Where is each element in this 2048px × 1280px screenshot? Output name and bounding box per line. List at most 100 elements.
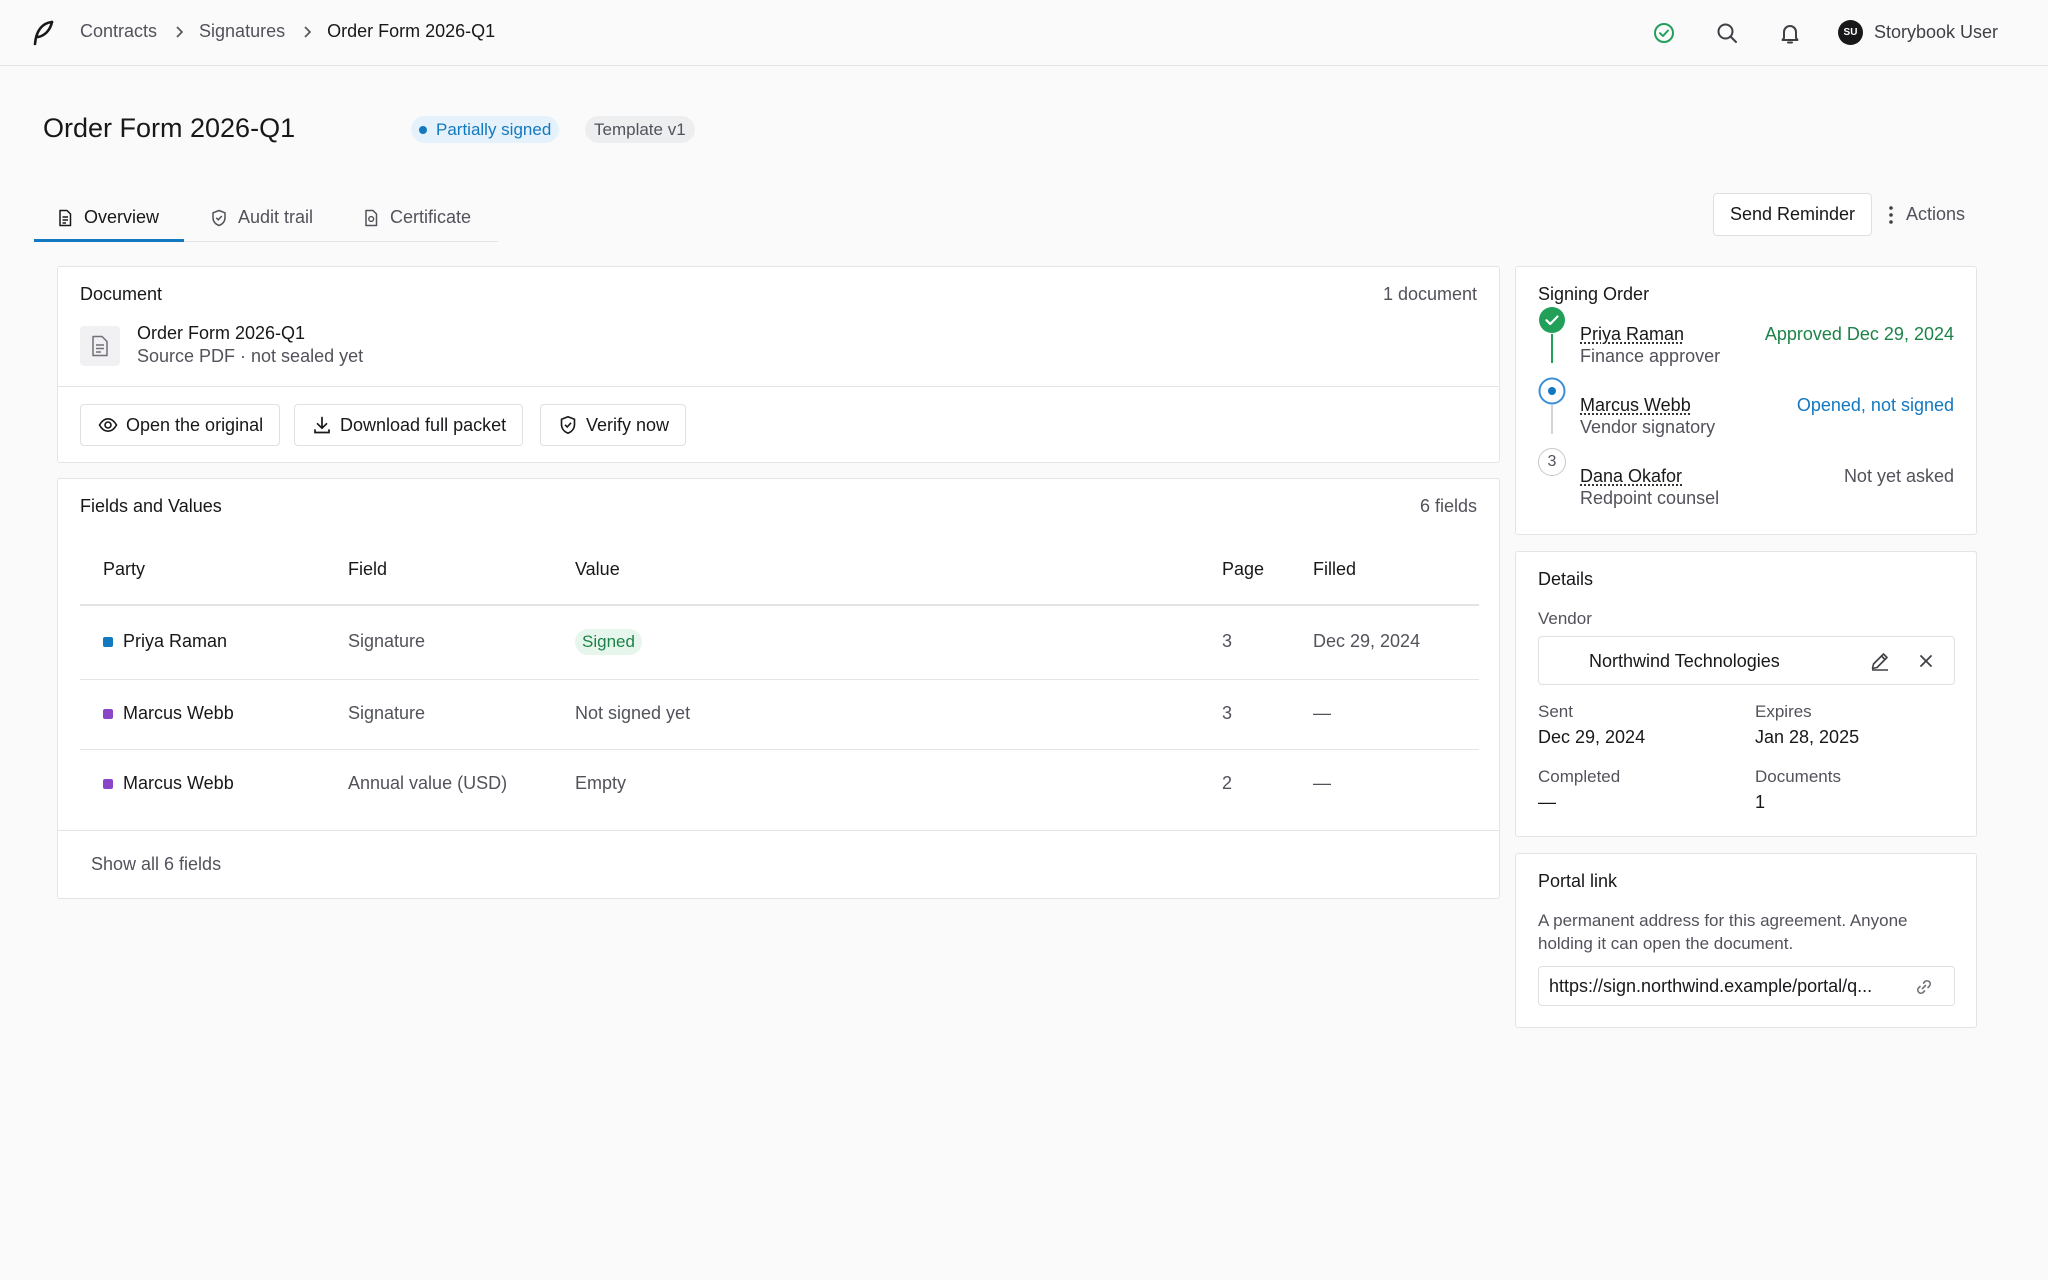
column-header-party[interactable]: Party	[103, 559, 145, 580]
signer-name-link[interactable]: Dana Okafor	[1580, 466, 1682, 487]
document-icon	[59, 209, 72, 226]
user-name: Storybook User	[1874, 22, 1999, 42]
completed-value: —	[1538, 792, 1556, 812]
signer-role: Redpoint counsel	[1580, 488, 1720, 508]
shield-check-icon	[212, 209, 226, 226]
breadcrumb-signatures[interactable]: Signatures	[199, 21, 285, 42]
tab-bar: Overview Audit trail Certificate	[34, 193, 498, 242]
cell-value: Empty	[575, 773, 627, 793]
document-subtitle: Source PDF · not sealed yet	[137, 346, 364, 366]
row-divider	[80, 679, 1479, 680]
eye-icon	[98, 417, 118, 433]
verify-now-button[interactable]: Verify now	[540, 404, 687, 446]
status-badge-label: Partially signed	[436, 119, 552, 139]
column-header-value[interactable]: Value	[575, 559, 620, 580]
documents-label: Documents	[1755, 767, 1841, 786]
cell-field: Annual value (USD)	[348, 773, 508, 793]
search-icon[interactable]	[1715, 21, 1739, 45]
tab-overview[interactable]: Overview	[56, 193, 159, 242]
chevron-right-icon	[176, 25, 184, 38]
status-dot-icon	[419, 125, 427, 134]
sent-value: Dec 29, 2024	[1538, 727, 1646, 747]
more-vertical-icon	[1889, 205, 1893, 224]
signer-role: Finance approver	[1580, 346, 1721, 366]
template-badge: Template v1	[585, 116, 695, 143]
portal-link-description: A permanent address for this agreement. …	[1538, 911, 1908, 953]
tab-audit-trail-label: Audit trail	[238, 207, 314, 227]
expires-label: Expires	[1755, 702, 1812, 721]
step-connector	[1551, 334, 1553, 363]
column-header-field[interactable]: Field	[348, 559, 387, 580]
vendor-label: Vendor	[1538, 609, 1592, 628]
document-name[interactable]: Order Form 2026-Q1	[137, 323, 305, 344]
tab-overview-label: Overview	[84, 207, 160, 227]
download-icon	[314, 416, 330, 434]
cell-party: Marcus Webb	[123, 703, 234, 723]
breadcrumb: Contracts Signatures Order Form 2026-Q1	[80, 21, 495, 42]
signed-badge: Signed	[575, 629, 642, 655]
cell-field: Signature	[348, 703, 426, 723]
top-bar: Contracts Signatures Order Form 2026-Q1 …	[0, 0, 2048, 66]
signing-order-title: Signing Order	[1538, 284, 1650, 304]
download-packet-button[interactable]: Download full packet	[294, 404, 524, 446]
breadcrumb-contracts[interactable]: Contracts	[80, 21, 157, 42]
avatar: SU	[1838, 20, 1863, 45]
verify-now-label: Verify now	[586, 414, 670, 435]
documents-value: 1	[1755, 792, 1766, 812]
completed-label: Completed	[1538, 767, 1621, 786]
document-card-title: Document	[80, 284, 163, 304]
cell-party: Priya Raman	[123, 631, 228, 651]
tab-audit-trail[interactable]: Audit trail	[210, 193, 313, 242]
column-header-page[interactable]: Page	[1222, 559, 1264, 580]
vendor-field[interactable]: Northwind Technologies	[1538, 636, 1955, 685]
column-header-filled[interactable]: Filled	[1313, 559, 1356, 580]
cell-party: Marcus Webb	[123, 773, 234, 793]
signer-status: Opened, not signed	[1796, 395, 1954, 415]
file-icon	[80, 326, 120, 366]
cell-filled: Dec 29, 2024	[1313, 631, 1421, 651]
feather-logo-icon[interactable]	[30, 19, 56, 47]
signer-role: Vendor signatory	[1580, 417, 1716, 437]
party-color-swatch	[103, 637, 113, 647]
party-color-swatch	[103, 709, 113, 719]
cell-page: 2	[1222, 773, 1233, 793]
user-menu[interactable]: SU Storybook User	[1838, 20, 1998, 45]
actions-menu-button[interactable]: Actions	[1888, 193, 1965, 236]
step-connector	[1551, 405, 1553, 434]
fields-count: 6 fields	[1419, 496, 1477, 516]
signer-name-link[interactable]: Priya Raman	[1580, 324, 1684, 345]
certificate-icon	[365, 209, 378, 226]
cell-field: Signature	[348, 631, 426, 651]
actions-label: Actions	[1906, 204, 1966, 224]
in-progress-circle-icon	[1538, 377, 1566, 405]
signer-name-link[interactable]: Marcus Webb	[1580, 395, 1691, 416]
edit-pencil-icon[interactable]	[1869, 650, 1891, 672]
cell-page: 3	[1222, 631, 1233, 651]
link-icon[interactable]	[1914, 977, 1934, 997]
open-original-button[interactable]: Open the original	[80, 404, 281, 446]
divider	[58, 830, 1499, 831]
chevron-right-icon	[304, 25, 312, 38]
close-icon[interactable]	[1917, 652, 1935, 670]
table-header-divider	[80, 604, 1479, 606]
breadcrumb-current: Order Form 2026-Q1	[327, 21, 496, 41]
page-title: Order Form 2026-Q1	[43, 113, 296, 143]
cell-page: 3	[1222, 703, 1233, 723]
send-reminder-button[interactable]: Send Reminder	[1713, 193, 1872, 236]
check-circle-icon[interactable]	[1652, 21, 1676, 45]
portal-url: https://sign.northwind.example/portal/q.…	[1549, 975, 1873, 996]
portal-link-card: Portal link A permanent address for this…	[1515, 853, 1977, 1028]
portal-url-field[interactable]: https://sign.northwind.example/portal/q.…	[1538, 966, 1955, 1006]
tab-certificate[interactable]: Certificate	[362, 193, 471, 242]
status-badge: Partially signed	[411, 116, 560, 143]
bell-icon[interactable]	[1778, 21, 1802, 45]
details-card: Details Vendor Northwind Technologies Se…	[1515, 551, 1977, 837]
divider	[58, 386, 1499, 387]
active-tab-indicator	[34, 239, 184, 242]
portal-link-title: Portal link	[1538, 871, 1618, 891]
show-all-fields-link[interactable]: Show all 6 fields	[91, 854, 221, 875]
party-color-swatch	[103, 779, 113, 789]
signer-status: Not yet asked	[1843, 466, 1954, 486]
signer-status: Approved Dec 29, 2024	[1764, 324, 1954, 344]
row-divider	[80, 749, 1479, 750]
